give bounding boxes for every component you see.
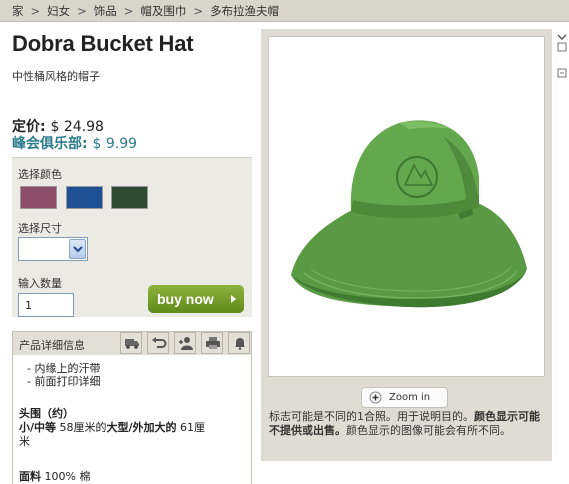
size-label: 选择尺寸 <box>18 222 62 235</box>
product-subtitle: 中性桶风格的帽子 <box>12 70 100 83</box>
quantity-label: 输入数量 <box>18 277 62 290</box>
details-body: - 内缘上的汗带 - 前面打印详细 头围（约） 小/中等 58厘米的大型/外加大… <box>12 355 252 484</box>
bucket-hat-image <box>291 120 527 308</box>
chevron-down-icon[interactable] <box>69 239 86 259</box>
person-icon[interactable] <box>174 332 196 354</box>
zoom-in-button[interactable]: Zoom in <box>361 387 448 408</box>
expand-icon[interactable] <box>556 29 569 89</box>
size-line-cont: 米 <box>19 435 30 448</box>
list-item: - 内缘上的汗带 <box>27 362 101 375</box>
material-info: 面料 100% 棉 <box>19 470 91 483</box>
breadcrumb-women[interactable]: 妇女 <box>47 4 70 18</box>
color-swatch-green[interactable] <box>111 186 148 209</box>
list-item: - 前面打印详细 <box>27 375 101 388</box>
size-line: 小/中等 58厘米的大型/外加大的 61厘 <box>19 421 206 434</box>
color-swatch-mauve[interactable] <box>20 186 57 209</box>
quantity-input[interactable]: 1 <box>18 293 74 317</box>
breadcrumb-separator: > <box>30 4 41 18</box>
print-icon[interactable] <box>201 332 223 354</box>
color-swatch-blue[interactable] <box>66 186 103 209</box>
details-heading: 产品详细信息 <box>19 339 85 352</box>
color-label: 选择颜色 <box>18 168 62 181</box>
details-header: 产品详细信息 <box>12 331 252 355</box>
arrow-right-icon <box>231 295 236 303</box>
breadcrumb-hats-scarves[interactable]: 帽及围巾 <box>140 4 186 18</box>
product-image[interactable] <box>268 36 545 377</box>
club-price-value: $ 9.99 <box>92 136 138 152</box>
breadcrumb-current[interactable]: 多布拉渔夫帽 <box>210 4 279 18</box>
buy-now-button[interactable]: buy now <box>148 285 244 313</box>
club-price: 峰会俱乐部: $ 9.99 <box>12 133 137 153</box>
feature-list: - 内缘上的汗带 - 前面打印详细 <box>27 362 100 388</box>
buy-now-label: buy now <box>157 291 214 307</box>
truck-icon[interactable] <box>120 332 142 354</box>
breadcrumb-accessories[interactable]: 饰品 <box>94 4 117 18</box>
product-image-panel: Zoom in 标志可能是不同的1合照。用于说明目的。颜色显示可能不提供或出售。… <box>261 29 552 461</box>
plus-icon <box>369 391 382 404</box>
zoom-in-label: Zoom in <box>389 392 431 403</box>
bell-icon[interactable] <box>228 332 250 354</box>
product-title: Dobra Bucket Hat <box>12 31 194 56</box>
club-price-label: 峰会俱乐部: <box>12 136 88 152</box>
breadcrumb-separator: > <box>123 4 134 18</box>
purchase-options: 选择颜色 选择尺寸 输入数量 1 buy now <box>12 157 252 317</box>
breadcrumb-home[interactable]: 家 <box>12 4 24 18</box>
breadcrumb-separator: > <box>77 4 87 18</box>
size-info: 头围（约） 小/中等 58厘米的大型/外加大的 61厘 米 <box>19 407 245 449</box>
breadcrumb-separator: > <box>193 4 204 18</box>
breadcrumb: 家 > 妇女 > 饰品 > 帽及围巾 > 多布拉渔夫帽 <box>0 0 569 22</box>
size-title: 头围（约） <box>19 407 74 420</box>
return-icon[interactable] <box>147 332 169 354</box>
image-caption: 标志可能是不同的1合照。用于说明目的。颜色显示可能不提供或出售。颜色显示的图像可… <box>269 410 540 437</box>
size-select[interactable] <box>18 237 88 261</box>
